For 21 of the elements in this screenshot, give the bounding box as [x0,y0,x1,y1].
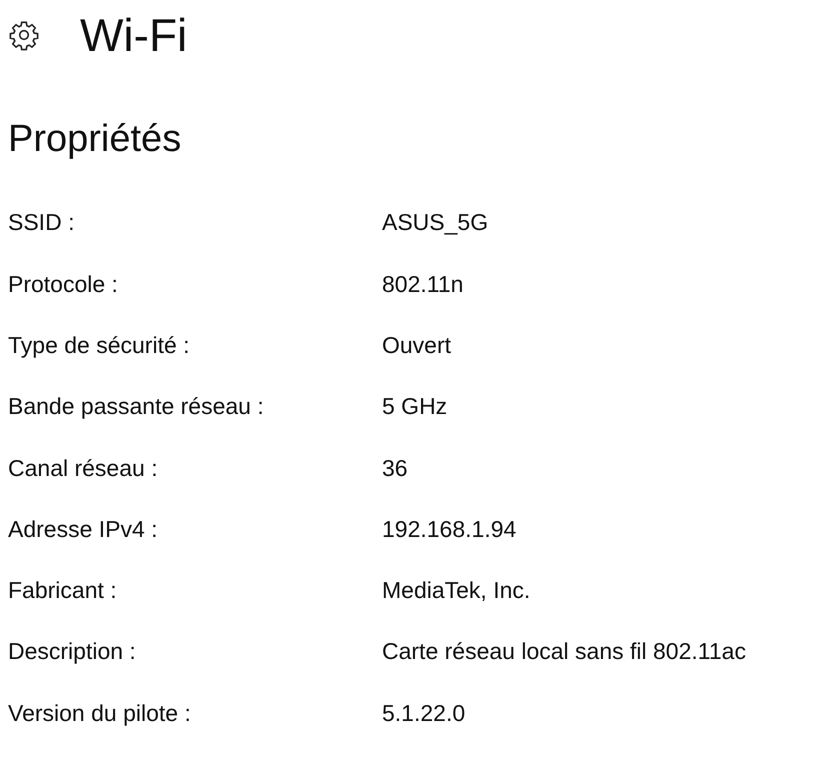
property-label: Canal réseau : [8,454,159,483]
property-label: SSID : [8,208,76,238]
property-value: Carte réseau local sans fil 802.11ac [382,637,746,666]
property-value: 192.168.1.94 [382,514,516,544]
property-value: 5 GHz [382,392,448,422]
property-value: 36 [382,454,408,483]
property-label: Version du pilote : [8,698,192,728]
property-value: Ouvert [382,330,452,360]
property-value: 802.11n [382,270,464,299]
property-label: Protocole : [8,270,119,299]
property-value: MediaTek, Inc. [382,576,530,606]
property-label: Bande passante réseau : [8,392,265,422]
property-label: Adresse IPv4 : [8,514,159,544]
section-title: Propriétés [8,120,182,158]
property-label: Type de sécurité : [8,330,191,360]
property-value: ASUS_5G [382,208,488,238]
page-title: Wi-Fi [80,12,188,58]
property-value: 5.1.22.0 [382,698,466,728]
settings-icon [8,19,40,51]
property-label: Fabricant : [8,576,118,606]
property-label: Description : [8,637,137,666]
